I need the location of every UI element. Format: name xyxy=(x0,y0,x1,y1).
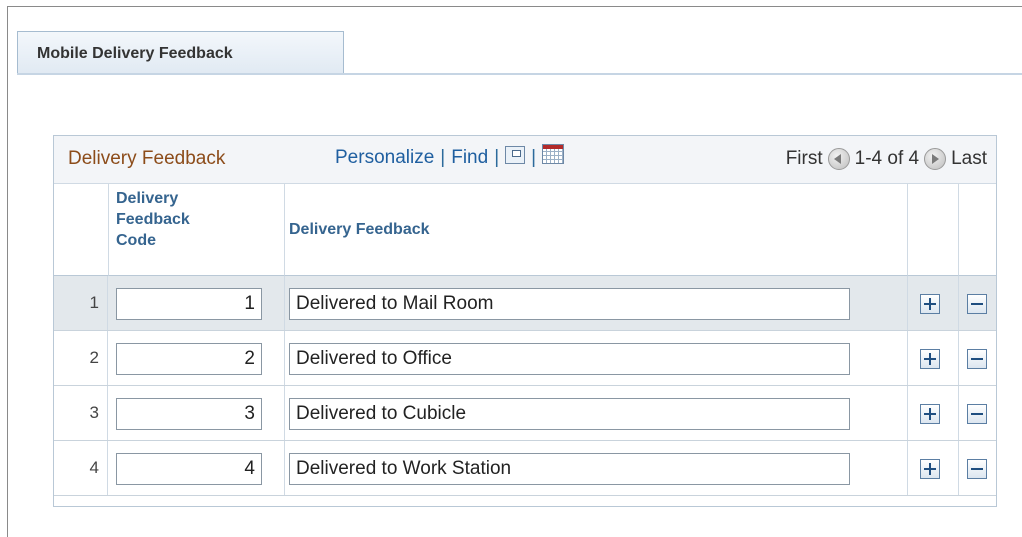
row-number: 2 xyxy=(54,331,108,385)
column-divider xyxy=(907,441,908,495)
add-row-button[interactable] xyxy=(920,404,940,424)
table-row: 4 xyxy=(54,441,996,496)
delete-column-header xyxy=(959,184,996,276)
delivery-feedback-code-input[interactable] xyxy=(116,453,262,485)
column-divider xyxy=(958,276,959,330)
code-column-label-line: Delivery xyxy=(116,190,179,207)
description-column-label: Delivery Feedback xyxy=(289,221,430,238)
delivery-feedback-code-input[interactable] xyxy=(116,398,262,430)
delete-row-button[interactable] xyxy=(967,294,987,314)
add-column-header xyxy=(908,184,959,276)
row-number: 3 xyxy=(54,386,108,440)
download-spreadsheet-icon[interactable] xyxy=(542,144,565,164)
toolbar-separator: | xyxy=(440,147,446,168)
column-divider xyxy=(958,331,959,385)
table-row: 2 xyxy=(54,331,996,386)
grid-pager: First 1-4 of 4 Last xyxy=(786,148,987,170)
description-column-header: Delivery Feedback xyxy=(285,184,908,276)
column-divider xyxy=(284,276,285,330)
column-divider xyxy=(907,386,908,440)
row-number: 1 xyxy=(54,276,108,330)
pager-last[interactable]: Last xyxy=(951,148,987,170)
delete-row-button[interactable] xyxy=(967,404,987,424)
toolbar-separator: | xyxy=(531,147,537,168)
grid-title: Delivery Feedback xyxy=(68,148,226,169)
code-column-label-line: Code xyxy=(116,232,156,249)
code-column-header: Delivery Feedback Code xyxy=(109,184,285,276)
previous-page-icon[interactable] xyxy=(827,148,850,170)
row-number-column-header xyxy=(54,184,109,276)
column-divider xyxy=(284,386,285,440)
column-divider xyxy=(907,331,908,385)
delivery-feedback-code-input[interactable] xyxy=(116,288,262,320)
delivery-feedback-grid: Delivery Feedback Personalize | Find | |… xyxy=(53,135,997,507)
pager-range: 1-4 of 4 xyxy=(854,148,920,169)
delete-row-button[interactable] xyxy=(967,459,987,479)
toolbar-separator: | xyxy=(494,147,500,168)
table-row: 3 xyxy=(54,386,996,441)
row-number: 4 xyxy=(54,441,108,495)
next-page-icon[interactable] xyxy=(924,148,947,170)
delivery-feedback-description-input[interactable] xyxy=(289,288,850,320)
column-divider xyxy=(958,441,959,495)
grid-toolbar: Personalize | Find | | xyxy=(335,144,565,169)
pager-first[interactable]: First xyxy=(786,148,823,170)
add-row-button[interactable] xyxy=(920,459,940,479)
column-divider xyxy=(284,441,285,495)
column-divider xyxy=(958,386,959,440)
table-row: 1 xyxy=(54,276,996,331)
code-column-label: Delivery Feedback Code xyxy=(116,188,190,251)
delivery-feedback-description-input[interactable] xyxy=(289,453,850,485)
tab-underline xyxy=(17,73,1022,75)
tab-mobile-delivery-feedback[interactable]: Mobile Delivery Feedback xyxy=(17,31,344,73)
grid-header: Delivery Feedback Personalize | Find | |… xyxy=(54,136,996,184)
zoom-icon[interactable] xyxy=(505,146,526,164)
find-link[interactable]: Find xyxy=(451,147,488,169)
add-row-button[interactable] xyxy=(920,349,940,369)
personalize-link[interactable]: Personalize xyxy=(335,147,434,169)
code-column-label-line: Feedback xyxy=(116,211,190,228)
column-divider xyxy=(907,276,908,330)
delivery-feedback-description-input[interactable] xyxy=(289,398,850,430)
tab-label: Mobile Delivery Feedback xyxy=(37,45,233,62)
delete-row-button[interactable] xyxy=(967,349,987,369)
column-divider xyxy=(284,331,285,385)
delivery-feedback-code-input[interactable] xyxy=(116,343,262,375)
delivery-feedback-description-input[interactable] xyxy=(289,343,850,375)
add-row-button[interactable] xyxy=(920,294,940,314)
